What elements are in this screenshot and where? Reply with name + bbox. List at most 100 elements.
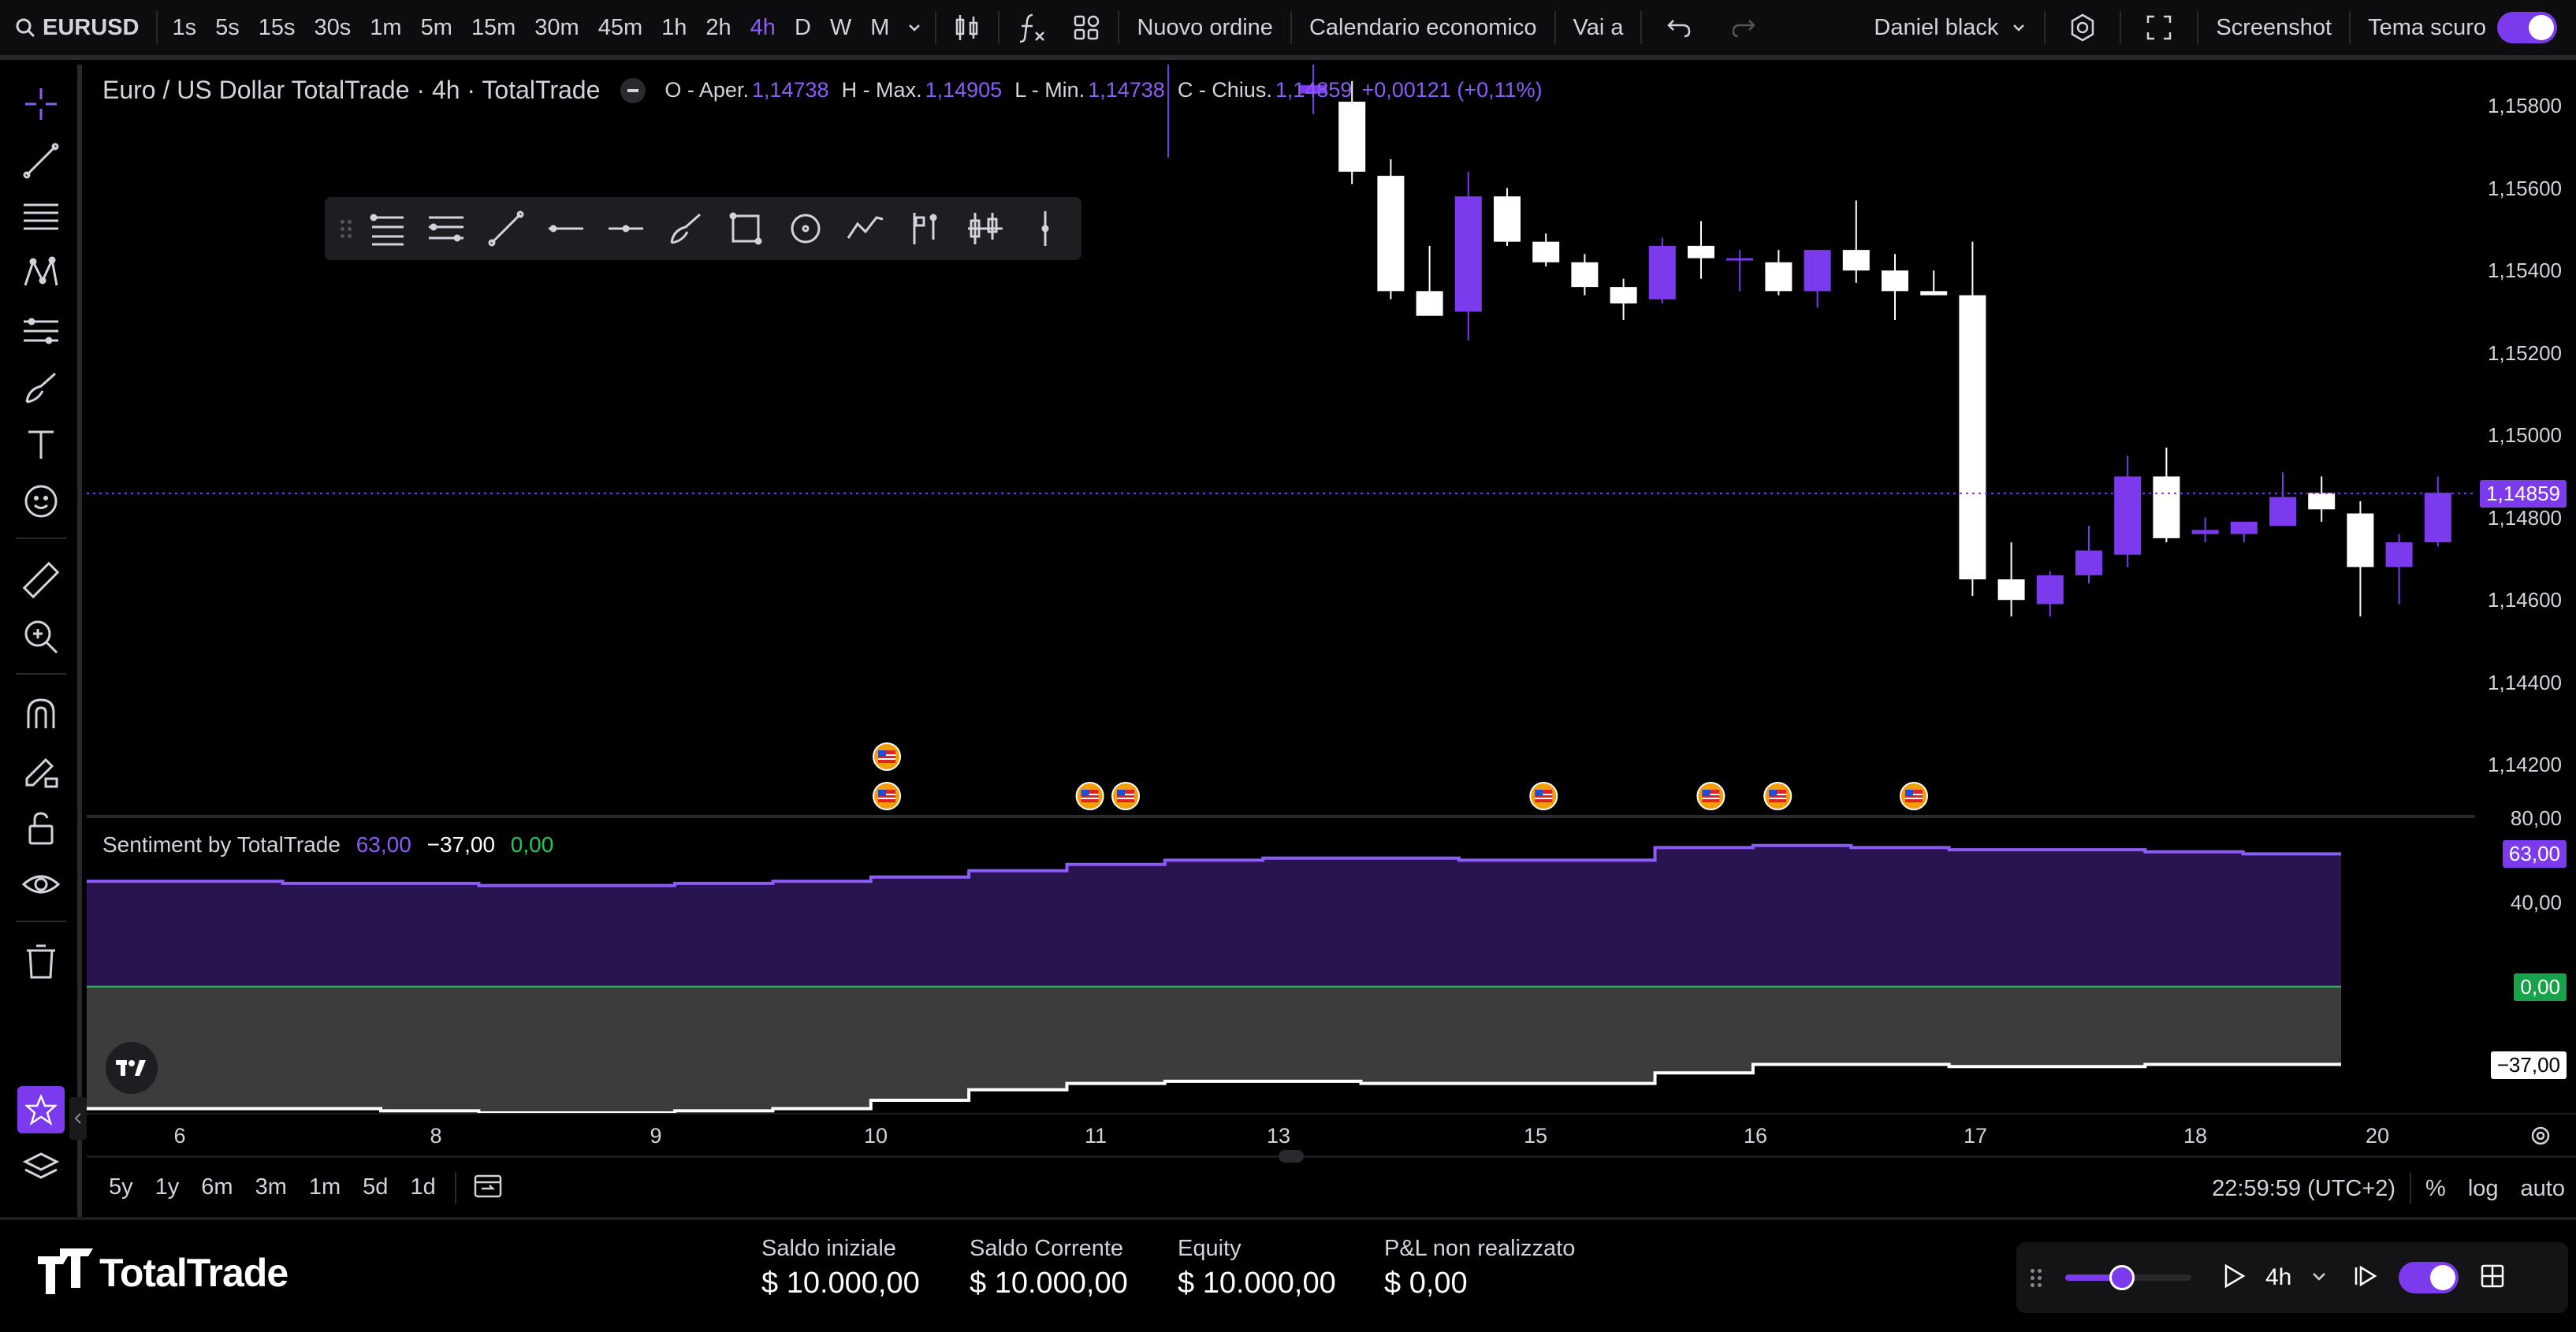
step-forward-button[interactable]: [2351, 1263, 2378, 1293]
log-toggle[interactable]: log: [2457, 1176, 2510, 1202]
fib-tool[interactable]: [19, 195, 63, 240]
interval-2h[interactable]: 2h: [696, 15, 740, 41]
crosshair-tool[interactable]: [19, 82, 63, 126]
replay-interval[interactable]: 4h: [2265, 1264, 2291, 1291]
fullscreen-button[interactable]: [2126, 0, 2192, 58]
indicators-button[interactable]: [1004, 0, 1059, 58]
favorites-button[interactable]: [17, 1086, 65, 1133]
economic-event-flag-icon[interactable]: [1529, 782, 1558, 810]
symbol-search[interactable]: EURUSD: [0, 0, 151, 58]
user-menu[interactable]: Daniel black: [1861, 0, 2039, 58]
settings-button[interactable]: [2050, 0, 2115, 58]
range-1y[interactable]: 1y: [144, 1174, 191, 1200]
price-range-button[interactable]: [895, 199, 955, 259]
range-5y[interactable]: 5y: [98, 1174, 144, 1200]
brush-tool[interactable]: [19, 366, 63, 410]
dark-theme-toggle[interactable]: Tema scuro: [2355, 0, 2576, 58]
interval-4h[interactable]: 4h: [741, 15, 785, 41]
economic-event-flag-icon[interactable]: [873, 742, 902, 771]
interval-45m[interactable]: 45m: [589, 15, 652, 41]
interval-15m[interactable]: 15m: [462, 15, 525, 41]
time-axis[interactable]: 6 8 9 10 11 13 15 16 17 18 20: [87, 1113, 2576, 1155]
economic-calendar-button[interactable]: Calendario economico: [1297, 0, 1550, 58]
auto-toggle[interactable]: auto: [2510, 1176, 2576, 1202]
emoji-tool[interactable]: [19, 479, 63, 523]
trendline-tool[interactable]: [19, 139, 63, 183]
zoom-tool[interactable]: [19, 615, 63, 659]
economic-event-flag-icon[interactable]: [873, 782, 902, 810]
vertical-line-button[interactable]: [1015, 199, 1075, 259]
interval-5m[interactable]: 5m: [411, 15, 462, 41]
projection-tool[interactable]: [19, 309, 63, 353]
fib-retracement-button[interactable]: [356, 199, 416, 259]
circle-button[interactable]: [776, 199, 836, 259]
long-position-button[interactable]: [955, 199, 1015, 259]
range-1m[interactable]: 1m: [298, 1174, 352, 1200]
new-order-button[interactable]: Nuovo ordine: [1124, 0, 1286, 58]
drag-handle-icon[interactable]: [2031, 1268, 2046, 1287]
delete-tool[interactable]: [19, 939, 63, 984]
speed-slider-knob[interactable]: [2109, 1265, 2135, 1290]
drawing-mode-tool[interactable]: [19, 749, 63, 793]
redo-button[interactable]: [1711, 0, 1776, 58]
range-1d[interactable]: 1d: [399, 1174, 446, 1200]
ray-button[interactable]: [536, 199, 596, 259]
undo-button[interactable]: [1647, 0, 1711, 58]
replay-interval-dropdown[interactable]: [2310, 1267, 2328, 1289]
screenshot-button[interactable]: Screenshot: [2203, 0, 2344, 58]
visibility-tool[interactable]: [19, 862, 63, 906]
rectangle-button[interactable]: [716, 199, 776, 259]
interval-dropdown[interactable]: [899, 0, 930, 58]
interval-30s[interactable]: 30s: [305, 15, 361, 41]
lock-tool[interactable]: [19, 806, 63, 850]
range-5d[interactable]: 5d: [352, 1174, 399, 1200]
economic-event-flag-icon[interactable]: [1763, 782, 1792, 810]
interval-W[interactable]: W: [821, 15, 861, 41]
object-tree-button[interactable]: [19, 1146, 63, 1190]
layouts-button[interactable]: [1059, 0, 1113, 58]
replay-settings-button[interactable]: [2479, 1263, 2506, 1293]
hide-legend-button[interactable]: [620, 77, 646, 103]
pattern-tool[interactable]: [19, 252, 63, 296]
measure-tool[interactable]: [19, 558, 63, 602]
collapse-sidebar-button[interactable]: [69, 1097, 87, 1140]
interval-5s[interactable]: 5s: [206, 15, 249, 41]
sentiment-pane[interactable]: [87, 818, 2475, 1113]
percent-toggle[interactable]: %: [2414, 1176, 2457, 1202]
interval-1m[interactable]: 1m: [360, 15, 411, 41]
toggle-switch[interactable]: [2497, 12, 2557, 43]
path-button[interactable]: [836, 199, 895, 259]
interval-1h[interactable]: 1h: [652, 15, 696, 41]
economic-event-flag-icon[interactable]: [1075, 782, 1104, 810]
economic-event-flag-icon[interactable]: [1696, 782, 1725, 810]
price-chart[interactable]: [87, 65, 2475, 815]
horizontal-line-button[interactable]: [596, 199, 656, 259]
price-label: 1,15400: [2488, 259, 2562, 283]
interval-D[interactable]: D: [785, 15, 821, 41]
interval-15s[interactable]: 15s: [249, 15, 305, 41]
price-axis[interactable]: 1,15800 1,15600 1,15400 1,15200 1,15000 1,148…: [2475, 65, 2576, 1152]
goto-date-button[interactable]: [464, 1171, 512, 1204]
interval-1s[interactable]: 1s: [162, 15, 206, 41]
drag-handle-icon[interactable]: [341, 213, 356, 244]
goto-button[interactable]: Vai a: [1561, 0, 1636, 58]
resize-handle-icon[interactable]: [1279, 1150, 1304, 1163]
replay-toggle[interactable]: [2399, 1262, 2459, 1293]
chart-settings-button[interactable]: [2529, 1124, 2552, 1152]
interval-30m[interactable]: 30m: [525, 15, 588, 41]
play-button[interactable]: [2220, 1263, 2247, 1293]
chart-type-button[interactable]: [941, 0, 993, 58]
speed-slider[interactable]: [2065, 1265, 2191, 1290]
economic-event-flag-icon[interactable]: [1111, 782, 1141, 810]
text-tool[interactable]: [19, 422, 63, 467]
economic-event-flag-icon[interactable]: [1899, 782, 1928, 810]
candle-body: [1842, 250, 1870, 271]
fib-extension-button[interactable]: [416, 199, 476, 259]
range-3m[interactable]: 3m: [244, 1174, 298, 1200]
clock[interactable]: 22:59:59 (UTC+2): [2201, 1176, 2407, 1202]
interval-M[interactable]: M: [861, 15, 899, 41]
brush-button[interactable]: [656, 199, 716, 259]
magnet-tool[interactable]: [19, 692, 63, 736]
trendline-button[interactable]: [476, 199, 536, 259]
range-6m[interactable]: 6m: [190, 1174, 244, 1200]
